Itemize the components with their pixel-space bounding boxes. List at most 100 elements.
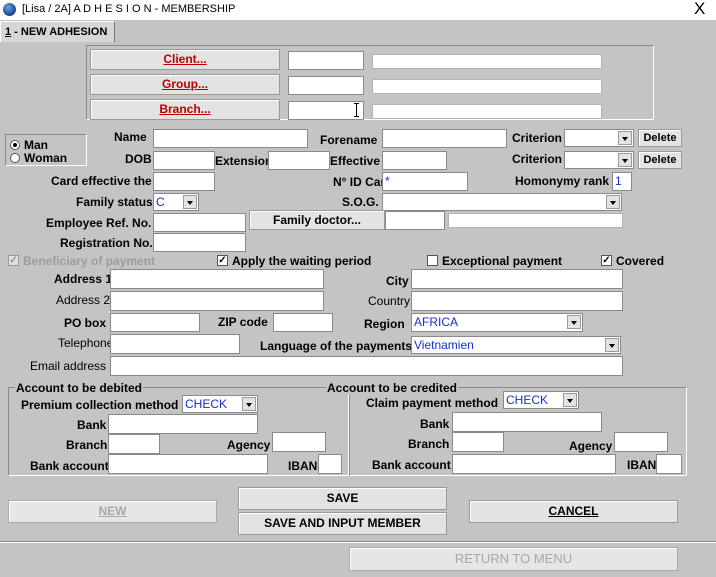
delete-criterion-1-button[interactable]: Delete [638, 129, 682, 147]
chevron-down-icon[interactable] [567, 315, 581, 329]
dob-label: DOB [125, 152, 152, 166]
chevron-down-icon[interactable] [606, 195, 620, 209]
card-effective-input[interactable] [153, 172, 215, 191]
title-bar: [Lisa / 2A] A D H E S I O N - MEMBERSHIP… [0, 0, 716, 20]
chevron-down-icon[interactable] [183, 195, 197, 209]
app-icon [3, 3, 16, 16]
debit-branch-input[interactable] [108, 434, 160, 454]
registration-input[interactable] [153, 233, 246, 252]
client-button[interactable]: Client... [90, 49, 280, 70]
credit-iban-label: IBAN [627, 458, 657, 472]
address2-label: Address 2 [56, 293, 111, 307]
address2-input[interactable] [110, 291, 324, 311]
save-button-label: SAVE [326, 491, 359, 505]
save-and-input-member-label: SAVE AND INPUT MEMBER [264, 516, 421, 530]
debit-bank-account-input[interactable] [108, 454, 268, 474]
id-card-label: N° ID Car [333, 175, 386, 189]
debit-branch-label: Branch [66, 438, 108, 452]
cancel-button[interactable]: CANCEL [469, 500, 678, 523]
covered-checkbox[interactable]: ✓ [601, 255, 612, 266]
tab-new-adhesion[interactable]: 1 - NEW ADHESION [0, 21, 115, 42]
language-label: Language of the payments [260, 339, 413, 353]
beneficiary-checkbox[interactable]: ✓ [8, 255, 19, 266]
address1-input[interactable] [110, 269, 324, 289]
tab-label: - NEW ADHESION [11, 26, 108, 38]
family-doctor-code-input[interactable] [385, 211, 445, 230]
debit-bank-input[interactable] [108, 414, 258, 434]
man-radio[interactable] [10, 140, 20, 150]
sog-label: S.O.G. [342, 195, 379, 209]
text-cursor-icon [354, 103, 359, 117]
save-and-input-member-button[interactable]: SAVE AND INPUT MEMBER [238, 512, 447, 535]
save-button[interactable]: SAVE [238, 487, 447, 510]
debit-iban-input[interactable] [318, 454, 342, 474]
country-input[interactable] [411, 291, 623, 311]
chevron-down-icon[interactable] [618, 131, 632, 145]
credit-bank-label: Bank [420, 417, 450, 431]
effective-input[interactable] [382, 151, 447, 170]
chevron-down-icon[interactable] [242, 397, 256, 411]
group-button-label: Group... [162, 77, 208, 91]
return-to-menu-button[interactable]: RETURN TO MENU [349, 547, 678, 571]
credit-iban-input[interactable] [656, 454, 682, 474]
woman-radio[interactable] [10, 153, 20, 163]
new-button[interactable]: NEW [8, 500, 217, 523]
premium-method-select[interactable]: CHECK [182, 395, 258, 413]
sog-select[interactable] [382, 193, 622, 211]
group-button[interactable]: Group... [90, 74, 280, 95]
premium-method-value: CHECK [185, 397, 228, 411]
branch-name-field [372, 104, 602, 119]
telephone-input[interactable] [110, 334, 240, 354]
chevron-down-icon[interactable] [618, 153, 632, 167]
footer-separator [0, 541, 716, 543]
window-title: [Lisa / 2A] A D H E S I O N - MEMBERSHIP [22, 3, 236, 15]
dob-input[interactable] [153, 151, 215, 170]
debit-iban-label: IBAN [288, 459, 318, 473]
credit-agency-label: Agency [569, 439, 613, 453]
credit-branch-input[interactable] [452, 432, 504, 452]
branch-button[interactable]: Branch... [90, 99, 280, 120]
criterion-2-select[interactable] [564, 151, 634, 169]
credit-agency-input[interactable] [614, 432, 668, 452]
branch-code-input[interactable] [288, 101, 364, 120]
claim-method-select[interactable]: CHECK [503, 391, 579, 409]
exceptional-payment-checkbox[interactable] [427, 255, 438, 266]
name-label: Name [114, 130, 147, 144]
forename-input[interactable] [382, 129, 507, 148]
family-doctor-button[interactable]: Family doctor... [249, 210, 385, 230]
family-status-select[interactable]: C [153, 193, 199, 211]
name-input[interactable] [153, 129, 308, 148]
region-select[interactable]: AFRICA [411, 313, 583, 332]
employee-ref-input[interactable] [153, 213, 246, 232]
employee-ref-label: Employee Ref. No. [46, 216, 152, 230]
group-code-input[interactable] [288, 76, 364, 95]
forename-label: Forename [320, 133, 378, 147]
family-doctor-name-field [448, 213, 623, 228]
debit-agency-input[interactable] [272, 432, 326, 452]
premium-method-label: Premium collection method [21, 398, 179, 412]
language-select[interactable]: Vietnamien [411, 336, 621, 354]
woman-label: Woman [24, 151, 68, 165]
po-box-label: PO box [64, 316, 107, 330]
close-icon[interactable]: X [694, 0, 705, 19]
credit-bank-input[interactable] [452, 412, 602, 432]
criterion-1-label: Criterion [512, 131, 563, 145]
po-box-input[interactable] [110, 313, 200, 332]
delete-criterion-2-button[interactable]: Delete [638, 151, 682, 169]
extension-input[interactable] [268, 151, 330, 170]
criterion-1-select[interactable] [564, 129, 634, 147]
id-card-input[interactable]: * [382, 172, 468, 191]
client-code-input[interactable] [288, 51, 364, 70]
chevron-down-icon[interactable] [605, 338, 619, 352]
email-input[interactable] [110, 356, 623, 376]
homonymy-rank-input[interactable]: 1 [612, 172, 632, 191]
chevron-down-icon[interactable] [563, 393, 577, 407]
credit-bank-account-input[interactable] [452, 454, 616, 474]
city-input[interactable] [411, 269, 623, 289]
debit-bank-label: Bank [77, 418, 107, 432]
waiting-period-checkbox[interactable]: ✓ [217, 255, 228, 266]
zip-input[interactable] [273, 313, 333, 332]
credited-title: Account to be credited [326, 381, 459, 395]
extension-label: Extension [215, 154, 273, 168]
family-status-label: Family status [76, 195, 153, 209]
